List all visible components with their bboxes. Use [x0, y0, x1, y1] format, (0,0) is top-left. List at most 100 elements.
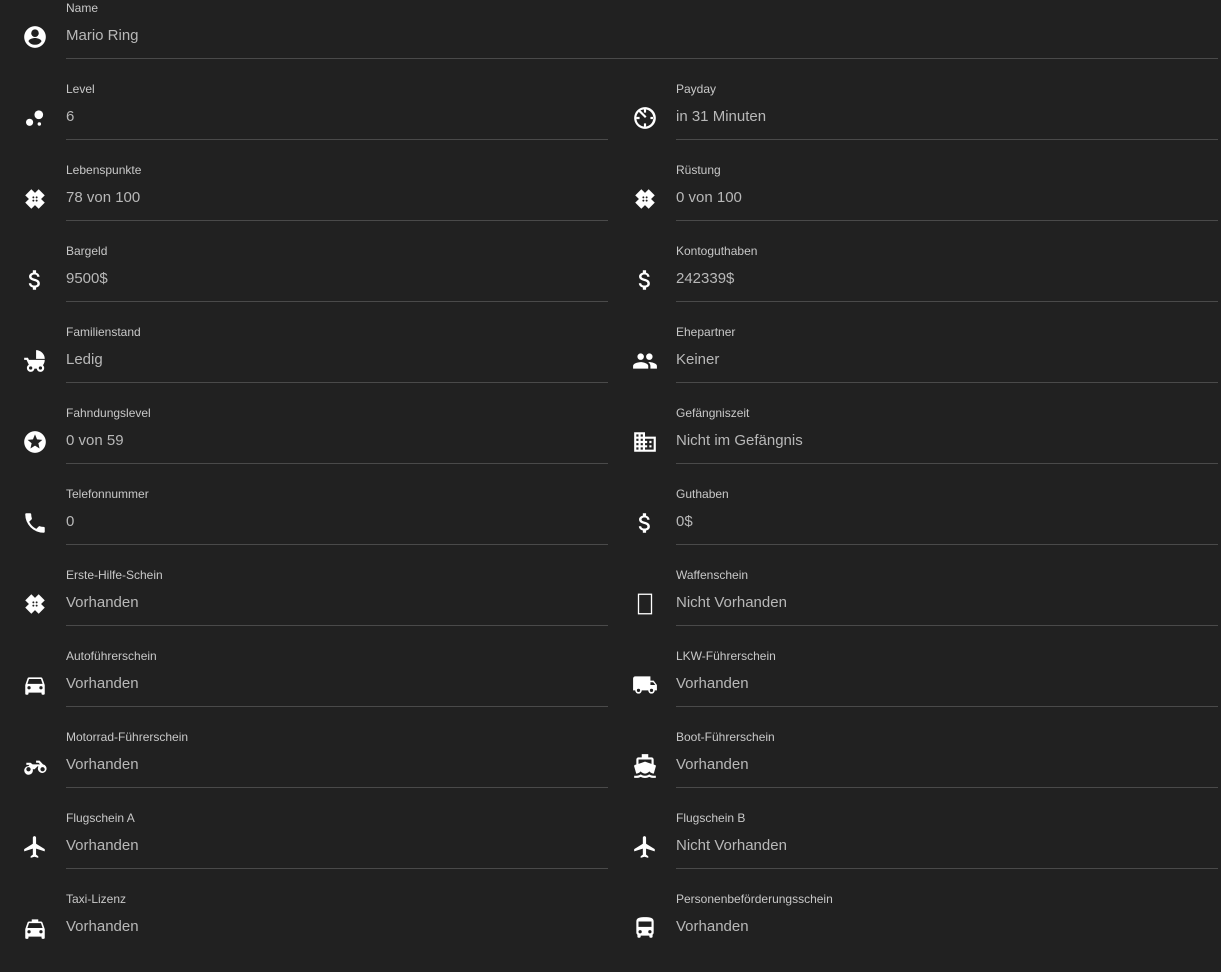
field-label: Personenbeförderungsschein — [676, 892, 833, 906]
divider — [676, 706, 1218, 707]
field-telefonnummer: Telefonnummer 0 — [0, 486, 608, 567]
star-circle-icon — [22, 429, 48, 455]
divider — [676, 301, 1218, 302]
field-ruestung: Rüstung 0 von 100 — [610, 162, 1218, 243]
field-value: Nicht Vorhanden — [676, 837, 787, 854]
baby-carriage-icon — [22, 348, 48, 374]
divider — [66, 301, 608, 302]
field-label: Waffenschein — [676, 568, 749, 582]
field-label: Kontoguthaben — [676, 244, 758, 258]
divider — [676, 544, 1218, 545]
field-value: Vorhanden — [66, 918, 139, 935]
field-value: Vorhanden — [66, 837, 139, 854]
field-erste-hilfe: Erste-Hilfe-Schein Vorhanden — [0, 567, 608, 648]
dollar-icon — [632, 267, 658, 293]
account-circle-icon — [22, 24, 48, 50]
field-value: Vorhanden — [66, 594, 139, 611]
field-taxi: Taxi-Lizenz Vorhanden — [0, 891, 608, 972]
field-value: Ledig — [66, 351, 103, 368]
field-personenbefoerderung: Personenbeförderungsschein Vorhanden — [610, 891, 1218, 972]
divider — [66, 58, 1218, 59]
divider — [66, 544, 608, 545]
field-lebenspunkte: Lebenspunkte 78 von 100 — [0, 162, 608, 243]
field-value: 242339$ — [676, 270, 735, 287]
field-label: Telefonnummer — [66, 487, 149, 501]
field-waffenschein: Waffenschein Nicht Vorhanden — [610, 567, 1218, 648]
dollar-icon — [632, 510, 658, 536]
car-icon — [22, 672, 48, 698]
character-info-page: Name Mario Ring Level 6 Payday in 31 Min… — [0, 0, 1221, 939]
field-label: Bargeld — [66, 244, 108, 258]
field-value: 0 von 100 — [676, 189, 742, 206]
divider — [676, 220, 1218, 221]
field-value: Vorhanden — [676, 675, 749, 692]
field-flugschein-b: Flugschein B Nicht Vorhanden — [610, 810, 1218, 891]
motorbike-icon — [22, 753, 48, 779]
field-label: Level — [66, 82, 95, 96]
airplane-icon — [632, 834, 658, 860]
divider — [66, 463, 608, 464]
divider — [676, 382, 1218, 383]
field-label: Autoführerschein — [66, 649, 157, 663]
field-label: Flugschein B — [676, 811, 746, 825]
field-label: Ehepartner — [676, 325, 736, 339]
field-label: Taxi-Lizenz — [66, 892, 127, 906]
field-auto: Autoführerschein Vorhanden — [0, 648, 608, 729]
field-label: Erste-Hilfe-Schein — [66, 568, 163, 582]
field-value: Vorhanden — [66, 756, 139, 773]
bandage-icon — [632, 186, 658, 212]
divider — [676, 625, 1218, 626]
bus-icon — [632, 915, 658, 941]
field-guthaben: Guthaben 0$ — [610, 486, 1218, 567]
field-label: Lebenspunkte — [66, 163, 142, 177]
field-ehepartner: Ehepartner Keiner — [610, 324, 1218, 405]
field-familienstand: Familienstand Ledig — [0, 324, 608, 405]
field-bargeld: Bargeld 9500$ — [0, 243, 608, 324]
field-gefaengniszeit: Gefängniszeit Nicht im Gefängnis — [610, 405, 1218, 486]
field-lkw: LKW-Führerschein Vorhanden — [610, 648, 1218, 729]
field-value: Vorhanden — [66, 675, 139, 692]
airplane-icon — [22, 834, 48, 860]
divider — [676, 139, 1218, 140]
field-label: Gefängniszeit — [676, 406, 750, 420]
divider — [66, 220, 608, 221]
field-value: 78 von 100 — [66, 189, 141, 206]
field-value: Vorhanden — [676, 756, 749, 773]
bandage-icon — [22, 591, 48, 617]
field-fahndungslevel: Fahndungslevel 0 von 59 — [0, 405, 608, 486]
bandage-icon — [22, 186, 48, 212]
field-level: Level 6 — [0, 81, 608, 162]
field-kontoguthaben: Kontoguthaben 242339$ — [610, 243, 1218, 324]
phone-icon — [22, 510, 48, 536]
field-label: Guthaben — [676, 487, 729, 501]
field-label: Boot-Führerschein — [676, 730, 775, 744]
field-value: 6 — [66, 108, 75, 125]
dollar-icon — [22, 267, 48, 293]
field-value: 9500$ — [66, 270, 108, 287]
field-value: 0$ — [676, 513, 693, 530]
people-icon — [632, 348, 658, 374]
divider — [66, 706, 608, 707]
taxi-icon — [22, 915, 48, 941]
divider — [66, 868, 608, 869]
field-value: Keiner — [676, 351, 720, 368]
ferry-icon — [632, 753, 658, 779]
divider — [66, 139, 608, 140]
field-label: Fahndungslevel — [66, 406, 151, 420]
field-flugschein-a: Flugschein A Vorhanden — [0, 810, 608, 891]
field-label: Name — [66, 1, 99, 15]
field-value: Nicht im Gefängnis — [676, 432, 803, 449]
truck-icon — [632, 672, 658, 698]
timer-icon — [632, 105, 658, 131]
field-label: Motorrad-Führerschein — [66, 730, 189, 744]
field-motorrad: Motorrad-Führerschein Vorhanden — [0, 729, 608, 810]
field-label: LKW-Führerschein — [676, 649, 776, 663]
field-value: Mario Ring — [66, 27, 139, 44]
field-value: in 31 Minuten — [676, 108, 767, 125]
field-value: Vorhanden — [676, 918, 749, 935]
divider — [66, 625, 608, 626]
field-label: Payday — [676, 82, 717, 96]
field-boot: Boot-Führerschein Vorhanden — [610, 729, 1218, 810]
field-value: 0 von 59 — [66, 432, 124, 449]
field-label: Familienstand — [66, 325, 141, 339]
